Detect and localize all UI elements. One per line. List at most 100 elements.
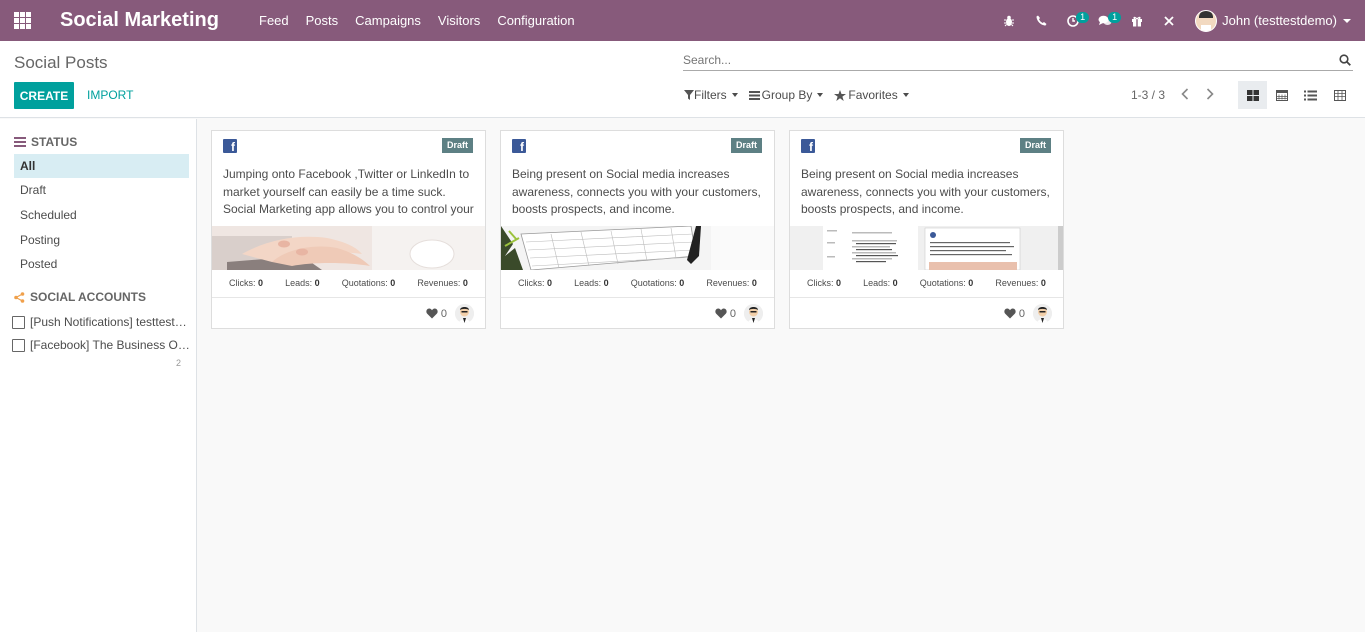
- pager-value[interactable]: 1-3 / 3: [1131, 88, 1165, 102]
- checkbox[interactable]: [12, 338, 25, 352]
- status-badge: Draft: [441, 138, 473, 153]
- caret-down-icon: [731, 93, 738, 97]
- search-panel: STATUS All Draft Scheduled Posting Poste…: [0, 119, 197, 632]
- social-accounts-section-header: SOCIAL ACCOUNTS: [14, 290, 146, 304]
- account-filter-facebook[interactable]: [Facebook] The Business Of Bu...: [12, 338, 192, 352]
- status-list-icon: [14, 137, 26, 147]
- heart-icon: [426, 308, 438, 319]
- menu-item-visitors[interactable]: Visitors: [438, 13, 480, 28]
- activity-badge: 1: [1076, 12, 1090, 23]
- activity-clock-icon[interactable]: 1: [1057, 0, 1090, 41]
- author-avatar[interactable]: [744, 304, 763, 323]
- post-message: Being present on Social media increases …: [512, 167, 761, 216]
- revenues-stat: Revenues: 0: [417, 278, 468, 288]
- group-by-label: Group By: [761, 88, 813, 102]
- chevron-right-icon[interactable]: [1203, 86, 1217, 102]
- status-section-header: STATUS: [14, 135, 77, 149]
- gift-icon[interactable]: [1121, 0, 1153, 41]
- leads-stat: Leads: 0: [574, 278, 609, 288]
- post-message: Being present on Social media increases …: [801, 167, 1050, 216]
- quotations-stat: Quotations: 0: [630, 278, 685, 288]
- post-card[interactable]: f Draft Jumping onto Facebook ,Twitter o…: [211, 130, 486, 329]
- app-brand[interactable]: Social Marketing: [60, 9, 219, 32]
- post-card[interactable]: f Draft Being present on Social media in…: [789, 130, 1064, 329]
- status-header-label: STATUS: [31, 135, 78, 149]
- likes-counter: 0: [426, 308, 447, 320]
- list-view-icon[interactable]: [1296, 81, 1325, 109]
- leads-stat: Leads: 0: [863, 278, 898, 288]
- post-stats: Clicks: 0 Leads: 0 Quotations: 0 Revenue…: [501, 278, 774, 298]
- apps-menu-icon[interactable]: [14, 12, 31, 29]
- clicks-stat: Clicks: 0: [807, 278, 842, 288]
- facebook-icon: f: [512, 139, 526, 153]
- likes-counter: 0: [1004, 308, 1025, 320]
- checkbox[interactable]: [12, 315, 25, 329]
- post-message: Jumping onto Facebook ,Twitter or Linked…: [223, 167, 474, 216]
- facebook-icon: f: [223, 139, 237, 153]
- filters-dropdown[interactable]: Filters: [684, 88, 738, 102]
- post-image[interactable]: [790, 226, 1063, 270]
- status-item-posting[interactable]: Posting: [14, 228, 189, 252]
- group-by-dropdown[interactable]: Group By: [748, 88, 824, 102]
- status-item-posted[interactable]: Posted: [14, 252, 189, 276]
- create-button[interactable]: CREATE: [14, 82, 74, 109]
- accounts-header-label: SOCIAL ACCOUNTS: [30, 290, 147, 304]
- revenues-stat: Revenues: 0: [995, 278, 1046, 288]
- control-panel: Social Posts CREATE IMPORT Filters Group…: [0, 41, 1365, 118]
- heart-icon: [1004, 308, 1016, 319]
- likes-counter: 0: [715, 308, 736, 320]
- page-title: Social Posts: [14, 53, 108, 72]
- clicks-stat: Clicks: 0: [229, 278, 264, 288]
- user-menu[interactable]: John (testtestdemo): [1195, 9, 1351, 32]
- status-item-all[interactable]: All: [14, 154, 189, 178]
- kanban-view-icon[interactable]: [1238, 81, 1267, 109]
- menu-item-feed[interactable]: Feed: [259, 13, 289, 28]
- quotations-stat: Quotations: 0: [919, 278, 974, 288]
- clicks-stat: Clicks: 0: [518, 278, 553, 288]
- status-item-draft[interactable]: Draft: [14, 178, 189, 202]
- account-filter-push[interactable]: [Push Notifications] testtestdemo: [12, 315, 192, 329]
- chevron-left-icon[interactable]: [1178, 86, 1192, 102]
- post-image[interactable]: [212, 226, 485, 270]
- phone-icon[interactable]: [1025, 0, 1057, 41]
- card-footer: 0: [426, 304, 474, 323]
- search-input[interactable]: [683, 53, 1323, 67]
- caret-down-icon: [902, 93, 909, 97]
- menu-item-campaigns[interactable]: Campaigns: [355, 13, 421, 28]
- post-stats: Clicks: 0 Leads: 0 Quotations: 0 Revenue…: [212, 278, 485, 298]
- user-name: John (testtestdemo): [1222, 13, 1337, 28]
- leads-stat: Leads: 0: [285, 278, 320, 288]
- likes-count: 0: [729, 307, 736, 320]
- search-icon[interactable]: [1339, 54, 1351, 66]
- author-avatar[interactable]: [1033, 304, 1052, 323]
- view-switcher: [1238, 81, 1354, 109]
- close-tools-icon[interactable]: [1153, 0, 1185, 41]
- favorites-dropdown[interactable]: Favorites: [834, 88, 909, 102]
- main-menu: Feed Posts Campaigns Visitors Configurat…: [259, 13, 592, 28]
- top-navbar: Social Marketing Feed Posts Campaigns Vi…: [0, 0, 1365, 41]
- author-avatar[interactable]: [455, 304, 474, 323]
- messages-icon[interactable]: 1: [1089, 0, 1122, 41]
- post-card[interactable]: f Draft Being present on Social media in…: [500, 130, 775, 329]
- search-options: Filters Group By Favorites: [684, 88, 920, 102]
- likes-count: 0: [440, 307, 447, 320]
- import-button[interactable]: IMPORT: [87, 88, 133, 102]
- menu-item-posts[interactable]: Posts: [306, 13, 339, 28]
- calendar-view-icon[interactable]: [1267, 81, 1296, 109]
- post-image[interactable]: [501, 226, 774, 270]
- menu-item-configuration[interactable]: Configuration: [497, 13, 574, 28]
- list-bars-icon: [748, 91, 760, 100]
- card-footer: 0: [715, 304, 763, 323]
- favorites-label: Favorites: [848, 88, 898, 102]
- pivot-view-icon[interactable]: [1325, 81, 1354, 109]
- systray: 1 1 John (testtestdemo): [993, 0, 1365, 41]
- facebook-icon: f: [801, 139, 815, 153]
- status-badge: Draft: [730, 138, 762, 153]
- status-item-scheduled[interactable]: Scheduled: [14, 203, 189, 227]
- filter-icon: [684, 90, 694, 100]
- bug-icon[interactable]: [993, 0, 1025, 41]
- post-stats: Clicks: 0 Leads: 0 Quotations: 0 Revenue…: [790, 278, 1063, 298]
- account-label: [Facebook] The Business Of Bu...: [30, 338, 190, 352]
- quotations-stat: Quotations: 0: [341, 278, 396, 288]
- messages-badge: 1: [1108, 12, 1122, 23]
